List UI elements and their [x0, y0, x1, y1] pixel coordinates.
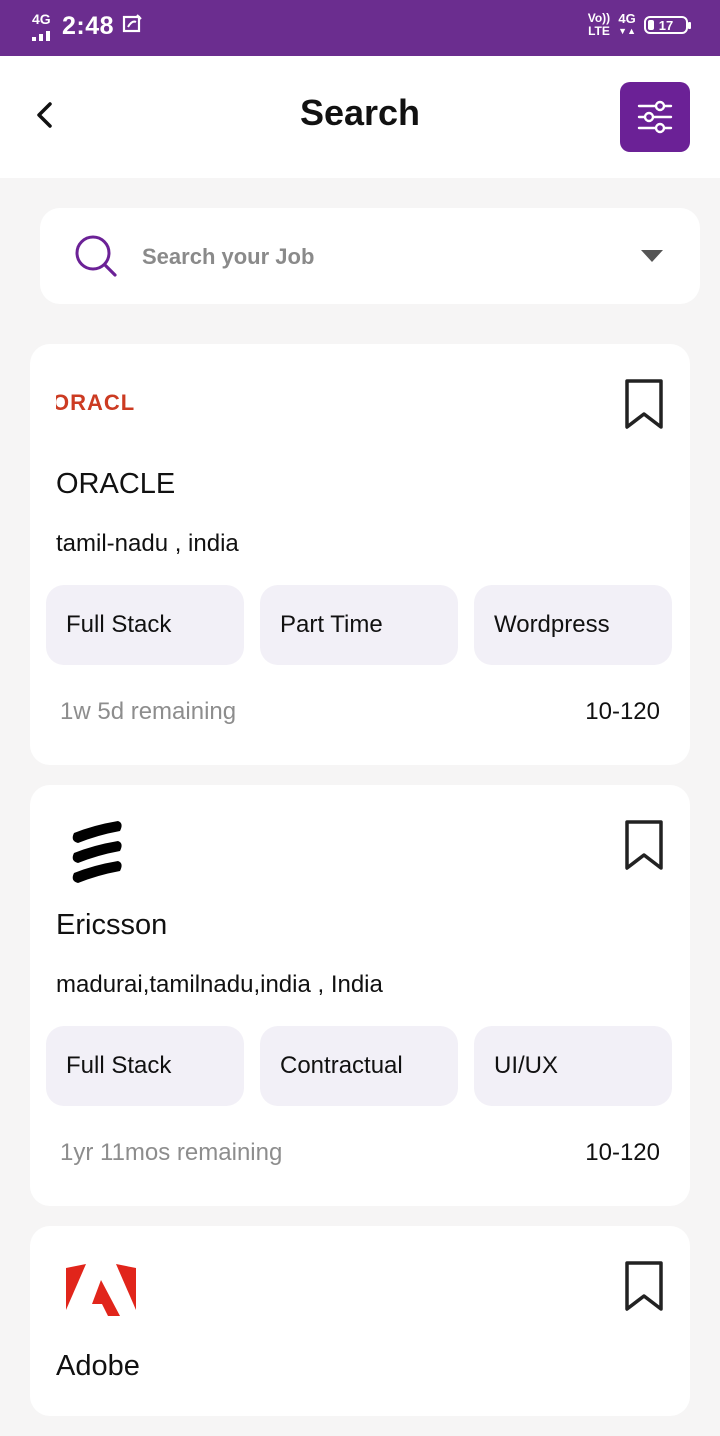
job-tag: Contractual	[260, 1026, 458, 1106]
job-tags: Full Stack Part Time Wordpress	[46, 585, 672, 665]
bookmark-icon[interactable]	[624, 378, 664, 430]
caret-down-icon[interactable]	[640, 248, 664, 264]
job-tag: UI/UX	[474, 1026, 672, 1106]
signal-icon: 4G	[30, 10, 54, 41]
app-header: Search	[0, 56, 720, 178]
job-card[interactable]: Ericsson madurai,tamilnadu,india , India…	[30, 785, 690, 1206]
bookmark-icon[interactable]	[624, 1260, 664, 1312]
company-logo	[56, 1260, 146, 1330]
salary-range: 10-120	[585, 1139, 660, 1166]
filter-button[interactable]	[620, 82, 690, 152]
page-title: Search	[299, 92, 421, 133]
status-bar: 4G 2:48 Vo)) LTE 4G ▼▲ 17	[0, 0, 720, 56]
job-location: madurai,tamilnadu,india , India	[56, 971, 383, 998]
job-tag: Part Time	[260, 585, 458, 665]
search-bar	[40, 208, 700, 304]
company-name: ORACLE	[56, 468, 176, 500]
bottom-edge	[0, 1416, 720, 1436]
battery-icon: 17	[644, 16, 691, 34]
job-tags: Full Stack Contractual UI/UX	[46, 1026, 672, 1106]
job-card[interactable]: Adobe	[30, 1226, 690, 1416]
mobile-data-icon: 4G ▼▲	[618, 11, 636, 36]
company-logo: ORACL	[56, 390, 136, 415]
sliders-icon	[637, 100, 673, 134]
screenshot-icon	[122, 14, 142, 39]
time-remaining: 1w 5d remaining	[60, 698, 237, 725]
volte-icon: Vo)) LTE	[587, 11, 611, 38]
job-location: tamil-nadu , india	[56, 530, 239, 557]
job-tag: Full Stack	[46, 1026, 244, 1106]
job-tag: Wordpress	[474, 585, 672, 665]
job-card[interactable]: ORACL ORACLE tamil-nadu , india Full Sta…	[30, 344, 690, 765]
company-name: Adobe	[56, 1350, 140, 1382]
search-icon	[75, 235, 117, 277]
battery-level: 17	[658, 17, 674, 33]
bookmark-icon[interactable]	[624, 819, 664, 871]
salary-range: 10-120	[585, 698, 660, 725]
clock: 2:48	[62, 12, 115, 40]
search-input[interactable]	[140, 236, 604, 278]
company-name: Ericsson	[56, 909, 168, 941]
network-type: 4G	[32, 10, 51, 27]
company-logo	[56, 819, 146, 889]
job-tag: Full Stack	[46, 585, 244, 665]
time-remaining: 1yr 11mos remaining	[60, 1139, 283, 1166]
